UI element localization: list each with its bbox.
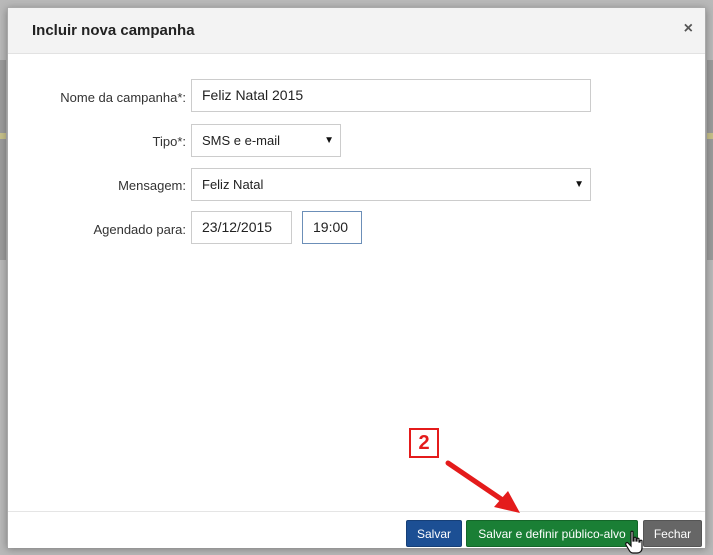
- schedule-date-input[interactable]: 23/12/2015: [191, 211, 292, 244]
- background-highlight-right: [707, 133, 713, 139]
- chevron-down-icon: ▼: [324, 135, 334, 146]
- campaign-dialog: Incluir nova campanha × Nome da campanha…: [7, 7, 706, 548]
- type-label: Tipo*:: [152, 134, 186, 149]
- background-page-edge-right: [707, 60, 713, 260]
- campaign-name-label: Nome da campanha*:: [60, 90, 186, 105]
- message-select[interactable]: Feliz Natal ▼: [191, 168, 591, 201]
- chevron-down-icon: ▼: [574, 179, 584, 190]
- schedule-label: Agendado para:: [93, 222, 186, 237]
- type-select[interactable]: SMS e e-mail ▼: [191, 124, 341, 157]
- save-button[interactable]: Salvar: [406, 520, 462, 547]
- schedule-time-input[interactable]: 19:00: [302, 211, 362, 244]
- red-arrow-annotation: [445, 460, 520, 513]
- campaign-name-input[interactable]: Feliz Natal 2015: [191, 79, 591, 112]
- close-button[interactable]: Fechar: [643, 520, 702, 547]
- background-highlight-left: [0, 133, 6, 139]
- step-number-badge: 2: [409, 428, 439, 458]
- hand-pointer-icon: [625, 530, 643, 554]
- type-select-value: SMS e e-mail: [202, 133, 281, 148]
- message-label: Mensagem:: [118, 178, 186, 193]
- save-and-define-audience-button[interactable]: Salvar e definir público-alvo: [466, 520, 638, 547]
- dialog-title: Incluir nova campanha: [32, 22, 195, 39]
- dialog-header: Incluir nova campanha ×: [8, 8, 705, 54]
- background-page-edge-left: [0, 60, 6, 260]
- close-icon[interactable]: ×: [684, 20, 693, 38]
- dialog-footer: Salvar Salvar e definir público-alvo Fec…: [8, 511, 705, 548]
- message-select-value: Feliz Natal: [202, 177, 264, 192]
